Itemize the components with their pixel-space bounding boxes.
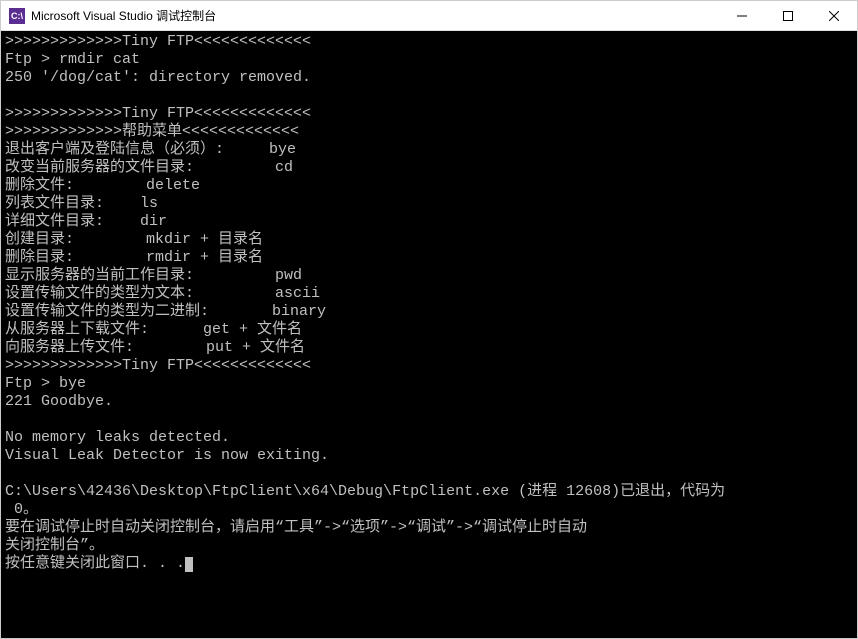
app-icon: C:\ (9, 8, 25, 24)
console-area[interactable]: >>>>>>>>>>>>>Tiny FTP<<<<<<<<<<<<< Ftp >… (1, 31, 857, 638)
titlebar: C:\ Microsoft Visual Studio 调试控制台 (1, 1, 857, 31)
console-last-line: 按任意键关闭此窗口. . . (5, 555, 185, 572)
text-cursor (185, 557, 193, 572)
console-output: >>>>>>>>>>>>>Tiny FTP<<<<<<<<<<<<< Ftp >… (5, 33, 853, 555)
minimize-button[interactable] (719, 1, 765, 31)
window-title: Microsoft Visual Studio 调试控制台 (31, 7, 216, 24)
close-button[interactable] (811, 1, 857, 31)
maximize-button[interactable] (765, 1, 811, 31)
